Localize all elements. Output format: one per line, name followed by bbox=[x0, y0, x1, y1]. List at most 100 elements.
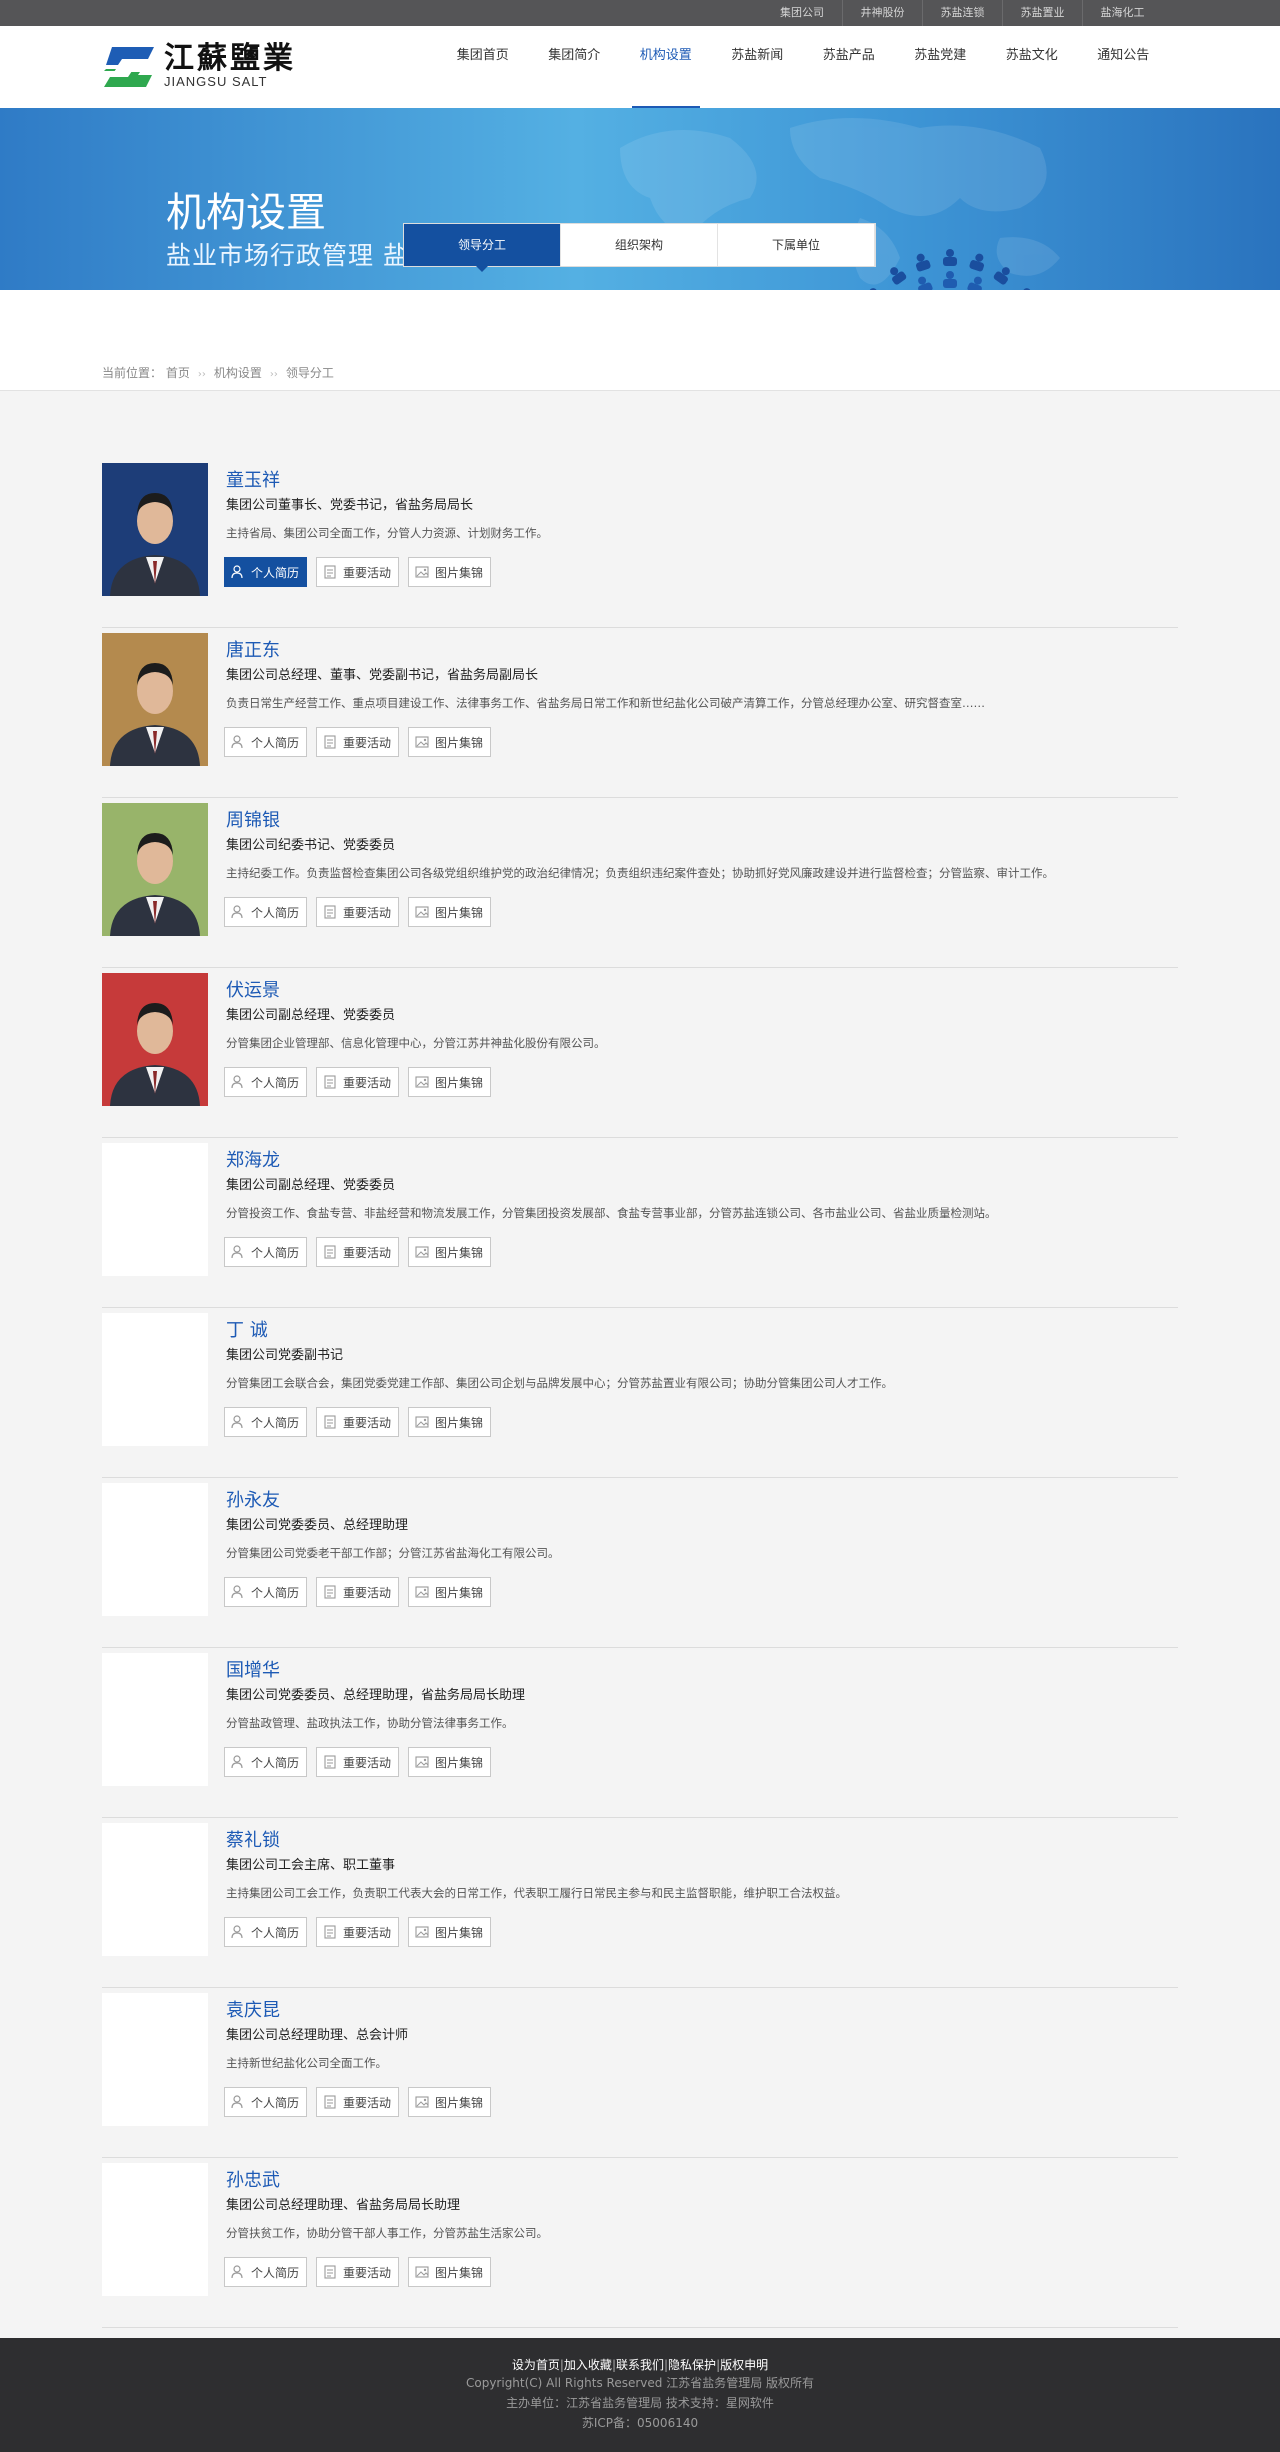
leader-photo[interactable] bbox=[102, 973, 208, 1106]
leader-name[interactable]: 孙忠武 bbox=[226, 2166, 280, 2192]
resume-button[interactable]: 个人简历 bbox=[224, 1747, 308, 1777]
nav-item[interactable]: 苏盐文化 bbox=[986, 26, 1078, 108]
footer-link[interactable]: 设为首页 bbox=[512, 2358, 560, 2372]
gallery-button[interactable]: 图片集锦 bbox=[408, 727, 492, 757]
leader-photo[interactable] bbox=[102, 803, 208, 936]
logo-chinese-text: 江蘇鹽業 bbox=[164, 41, 296, 76]
nav-item[interactable]: 集团首页 bbox=[437, 26, 529, 108]
leader-name[interactable]: 袁庆昆 bbox=[226, 1996, 280, 2022]
activities-button[interactable]: 重要活动 bbox=[316, 1747, 400, 1777]
resume-button[interactable]: 个人简历 bbox=[224, 557, 308, 587]
leader-photo[interactable] bbox=[102, 463, 208, 596]
gallery-button[interactable]: 图片集锦 bbox=[408, 2087, 492, 2117]
footer-link[interactable]: 版权申明 bbox=[720, 2358, 768, 2372]
image-icon bbox=[415, 905, 435, 919]
leader-photo[interactable] bbox=[102, 1143, 208, 1276]
activities-button[interactable]: 重要活动 bbox=[316, 897, 400, 927]
resume-button[interactable]: 个人简历 bbox=[224, 1577, 308, 1607]
leader-name[interactable]: 周锦银 bbox=[226, 806, 280, 832]
footer-link[interactable]: 联系我们 bbox=[616, 2358, 664, 2372]
leader-name[interactable]: 蔡礼锁 bbox=[226, 1826, 280, 1852]
resume-button-label: 个人简历 bbox=[251, 2095, 300, 2110]
activities-button[interactable]: 重要活动 bbox=[316, 1067, 400, 1097]
nav-item[interactable]: 苏盐党建 bbox=[895, 26, 987, 108]
gallery-button[interactable]: 图片集锦 bbox=[408, 1407, 492, 1437]
breadcrumb-link[interactable]: 首页 bbox=[166, 366, 190, 380]
leader-photo[interactable] bbox=[102, 633, 208, 766]
site-logo[interactable]: 江蘇鹽業 JIANGSU SALT bbox=[102, 44, 296, 90]
footer-link[interactable]: 隐私保护 bbox=[668, 2358, 716, 2372]
resume-button[interactable]: 个人简历 bbox=[224, 1067, 308, 1097]
activities-button[interactable]: 重要活动 bbox=[316, 727, 400, 757]
topbar-link[interactable]: 苏盐置业 bbox=[1002, 0, 1082, 26]
leader-name[interactable]: 孙永友 bbox=[226, 1486, 280, 1512]
nav-item[interactable]: 苏盐产品 bbox=[803, 26, 895, 108]
resume-button[interactable]: 个人简历 bbox=[224, 1407, 308, 1437]
leader-name[interactable]: 丁 诚 bbox=[226, 1316, 268, 1342]
resume-button[interactable]: 个人简历 bbox=[224, 2257, 308, 2287]
gallery-button[interactable]: 图片集锦 bbox=[408, 557, 492, 587]
activities-button[interactable]: 重要活动 bbox=[316, 557, 400, 587]
leader-title: 集团公司党委副书记 bbox=[226, 1348, 344, 1363]
nav-item[interactable]: 通知公告 bbox=[1078, 26, 1170, 108]
topbar-link[interactable]: 苏盐连锁 bbox=[922, 0, 1002, 26]
activities-button[interactable]: 重要活动 bbox=[316, 1407, 400, 1437]
resume-button[interactable]: 个人简历 bbox=[224, 1237, 308, 1267]
gallery-button[interactable]: 图片集锦 bbox=[408, 1577, 492, 1607]
image-icon bbox=[415, 2265, 435, 2279]
leader-title: 集团公司总经理、董事、党委副书记，省盐务局副局长 bbox=[226, 668, 539, 683]
leader-name[interactable]: 伏运景 bbox=[226, 976, 280, 1002]
footer-link[interactable]: 加入收藏 bbox=[564, 2358, 612, 2372]
resume-button-label: 个人简历 bbox=[251, 2265, 300, 2280]
gallery-button-label: 图片集锦 bbox=[435, 735, 484, 750]
person-icon bbox=[231, 1585, 251, 1599]
tab-item[interactable]: 组织架构 bbox=[561, 224, 718, 266]
gallery-button[interactable]: 图片集锦 bbox=[408, 1237, 492, 1267]
activities-button[interactable]: 重要活动 bbox=[316, 2257, 400, 2287]
leader-name[interactable]: 郑海龙 bbox=[226, 1146, 280, 1172]
leader-photo[interactable] bbox=[102, 1993, 208, 2126]
tab-item[interactable]: 下属单位 bbox=[718, 224, 875, 266]
activities-button[interactable]: 重要活动 bbox=[316, 1237, 400, 1267]
topbar-link[interactable]: 盐海化工 bbox=[1082, 0, 1162, 26]
nav-item[interactable]: 苏盐新闻 bbox=[712, 26, 804, 108]
footer: 设为首页|加入收藏|联系我们|隐私保护|版权申明 Copyright(C) Al… bbox=[0, 2338, 1280, 2452]
gallery-button[interactable]: 图片集锦 bbox=[408, 1747, 492, 1777]
gallery-button[interactable]: 图片集锦 bbox=[408, 2257, 492, 2287]
leader-photo[interactable] bbox=[102, 1653, 208, 1786]
activities-button-label: 重要活动 bbox=[343, 1415, 392, 1430]
tab-item[interactable]: 领导分工 bbox=[404, 224, 561, 272]
breadcrumb-link[interactable]: 机构设置 bbox=[214, 366, 262, 380]
leader-photo[interactable] bbox=[102, 1313, 208, 1446]
leader-title: 集团公司副总经理、党委委员 bbox=[226, 1178, 396, 1193]
nav-item[interactable]: 集团简介 bbox=[529, 26, 621, 108]
activities-button[interactable]: 重要活动 bbox=[316, 1917, 400, 1947]
gallery-button[interactable]: 图片集锦 bbox=[408, 1917, 492, 1947]
leader-name[interactable]: 唐正东 bbox=[226, 636, 280, 662]
activities-button[interactable]: 重要活动 bbox=[316, 2087, 400, 2117]
resume-button[interactable]: 个人简历 bbox=[224, 897, 308, 927]
resume-button[interactable]: 个人简历 bbox=[224, 2087, 308, 2117]
resume-button[interactable]: 个人简历 bbox=[224, 1917, 308, 1947]
leader-name[interactable]: 国增华 bbox=[226, 1656, 280, 1682]
resume-button[interactable]: 个人简历 bbox=[224, 727, 308, 757]
leader-name[interactable]: 童玉祥 bbox=[226, 466, 280, 492]
image-icon bbox=[415, 1075, 435, 1089]
topbar-link[interactable]: 井神股份 bbox=[842, 0, 922, 26]
leader-item: 郑海龙 集团公司副总经理、党委委员 分管投资工作、食盐专营、非盐经营和物流发展工作，… bbox=[102, 1138, 1178, 1308]
leader-item: 周锦银 集团公司纪委书记、党委委员 主持纪委工作。负责监督检查集团公司各级党组织维护… bbox=[102, 798, 1178, 968]
gallery-button[interactable]: 图片集锦 bbox=[408, 897, 492, 927]
leader-actions: 个人简历 重要活动 图片集锦 bbox=[224, 1407, 500, 1437]
leader-actions: 个人简历 重要活动 图片集锦 bbox=[224, 2257, 500, 2287]
breadcrumb-link[interactable]: 领导分工 bbox=[286, 366, 334, 380]
leader-photo[interactable] bbox=[102, 2163, 208, 2296]
activities-button-label: 重要活动 bbox=[343, 1755, 392, 1770]
leader-photo[interactable] bbox=[102, 1823, 208, 1956]
activities-button[interactable]: 重要活动 bbox=[316, 1577, 400, 1607]
leader-photo[interactable] bbox=[102, 1483, 208, 1616]
topbar-link[interactable]: 集团公司 bbox=[762, 0, 842, 26]
resume-button-label: 个人简历 bbox=[251, 1075, 300, 1090]
gallery-button[interactable]: 图片集锦 bbox=[408, 1067, 492, 1097]
nav-item[interactable]: 机构设置 bbox=[620, 26, 712, 108]
gallery-button-label: 图片集锦 bbox=[435, 565, 484, 580]
